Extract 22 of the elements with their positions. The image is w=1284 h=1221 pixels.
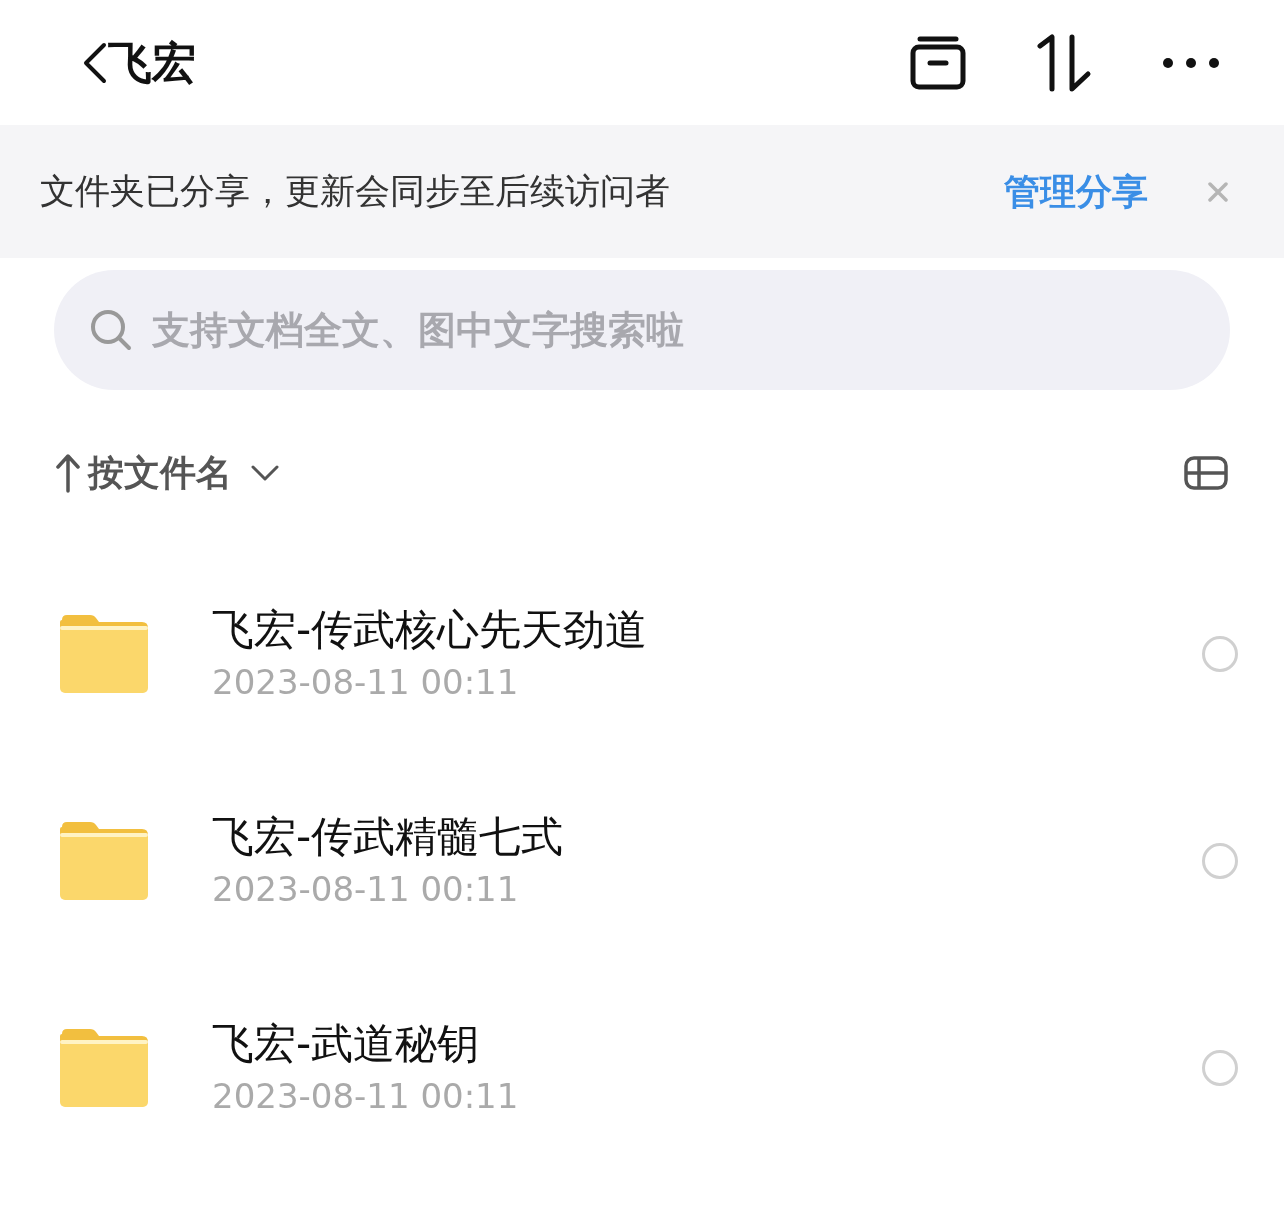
select-radio[interactable] — [1202, 842, 1238, 879]
sort-button[interactable]: 按文件名 — [56, 446, 280, 500]
folder-date: 2023-08-11 00:11 — [212, 871, 520, 906]
folder-date: 2023-08-11 00:11 — [212, 664, 520, 699]
more-icon[interactable] — [1162, 56, 1220, 69]
layout-icon[interactable] — [1184, 456, 1228, 490]
folder-name[interactable]: 飞宏-武道秘钥 — [212, 1022, 1202, 1065]
banner-text: 文件夹已分享，更新会同步至后续访问者 — [40, 170, 670, 214]
folder-icon — [58, 820, 150, 901]
folder-name[interactable]: 飞宏-传武精髓七式 — [212, 815, 1202, 858]
folder-icon — [58, 613, 150, 694]
caret-icon — [250, 463, 280, 483]
folder-icon — [58, 1027, 150, 1108]
page-title: 飞宏 — [108, 35, 196, 90]
folder-name[interactable]: 飞宏-传武核心先天劲道 — [212, 608, 1202, 651]
search-field[interactable]: 支持文档全文、图中文字搜索啦 — [54, 270, 1230, 390]
select-radio[interactable] — [1202, 635, 1238, 672]
search-icon — [90, 309, 132, 351]
select-radio[interactable] — [1202, 1049, 1238, 1086]
folder-date: 2023-08-11 00:11 — [212, 1078, 520, 1113]
arrow-up-icon — [56, 453, 80, 493]
archive-icon[interactable] — [910, 34, 966, 91]
